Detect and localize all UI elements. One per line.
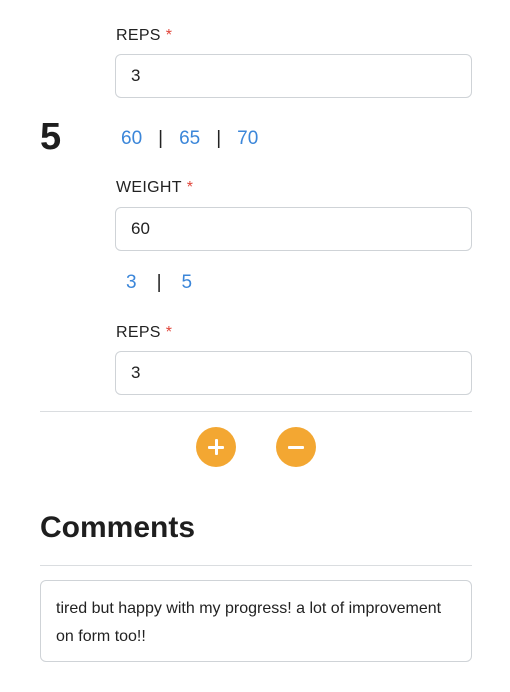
required-mark: *	[165, 324, 173, 341]
separator: |	[158, 128, 164, 149]
reps-option-5[interactable]: 5	[182, 272, 193, 294]
divider	[40, 565, 472, 566]
separator: |	[216, 128, 222, 149]
reps-option-3[interactable]: 3	[126, 272, 137, 294]
reps-input-top[interactable]	[115, 54, 472, 98]
required-mark: *	[186, 179, 194, 196]
minus-icon	[288, 439, 304, 455]
weight-option-65[interactable]: 65	[179, 128, 200, 150]
reps-label-top: REPS *	[116, 27, 172, 45]
required-mark: *	[165, 27, 173, 44]
set-number: 5	[40, 116, 62, 158]
weight-label: WEIGHT *	[116, 179, 193, 197]
comments-title: Comments	[40, 511, 196, 544]
reps-label: REPS *	[116, 324, 172, 342]
reps-quick-options: 3 | 5	[126, 272, 192, 294]
reps-input[interactable]	[115, 351, 472, 395]
remove-set-button[interactable]	[276, 427, 316, 467]
add-set-button[interactable]	[196, 427, 236, 467]
weight-quick-options: 60 | 65 | 70	[121, 128, 258, 150]
plus-icon	[208, 439, 224, 455]
divider	[40, 411, 472, 412]
weight-option-70[interactable]: 70	[237, 128, 258, 150]
reps-label-text: REPS	[116, 324, 161, 341]
separator: |	[156, 272, 162, 293]
reps-label-text: REPS	[116, 27, 161, 44]
comments-textarea[interactable]: tired but happy with my progress! a lot …	[40, 580, 472, 662]
weight-input[interactable]	[115, 207, 472, 251]
weight-label-text: WEIGHT	[116, 179, 182, 196]
weight-option-60[interactable]: 60	[121, 128, 142, 150]
